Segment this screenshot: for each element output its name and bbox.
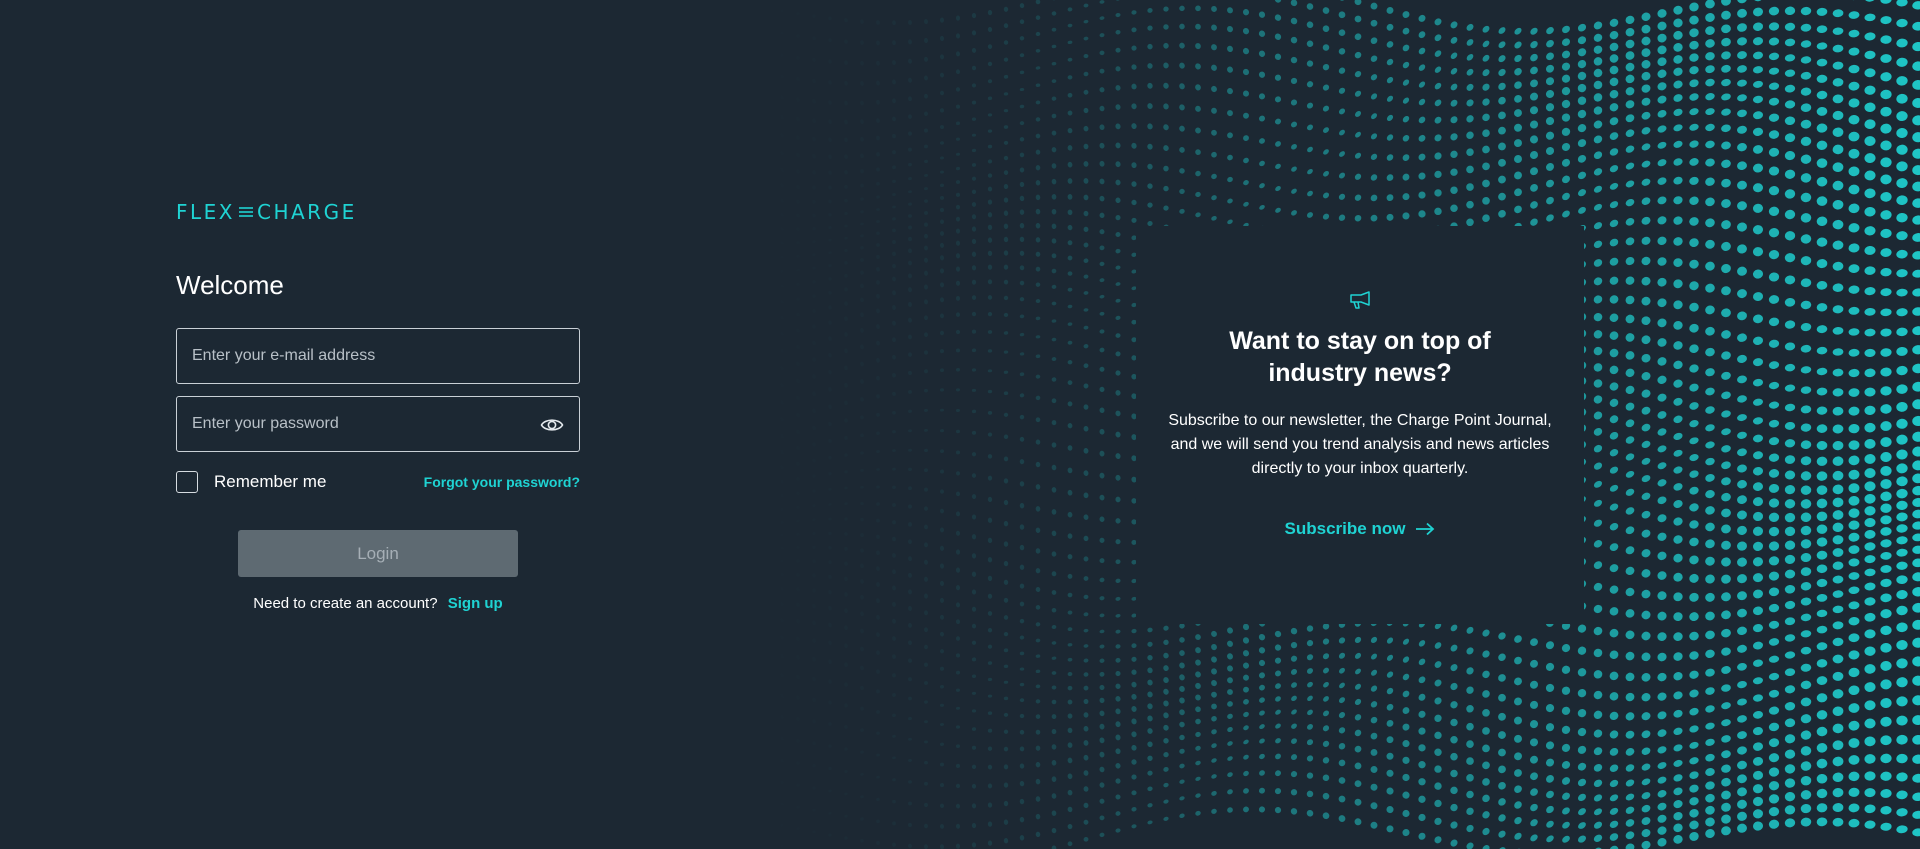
newsletter-title: Want to stay on top of industry news? bbox=[1229, 327, 1491, 387]
forgot-password-link[interactable]: Forgot your password? bbox=[424, 474, 580, 490]
remember-me[interactable]: Remember me bbox=[176, 471, 326, 493]
login-button[interactable]: Login bbox=[238, 530, 518, 577]
remember-me-checkbox[interactable] bbox=[176, 471, 198, 493]
remember-forgot-row: Remember me Forgot your password? bbox=[176, 469, 580, 495]
login-panel: FLEX CHARGE Welcome Remember me bbox=[176, 200, 580, 612]
megaphone-icon bbox=[1350, 291, 1370, 309]
page-title: Welcome bbox=[176, 270, 284, 300]
login-page: FLEX CHARGE Welcome Remember me bbox=[0, 0, 1920, 849]
flexcharge-logo: FLEX CHARGE bbox=[176, 200, 580, 224]
newsletter-body: Subscribe to our newsletter, the Charge … bbox=[1168, 412, 1552, 477]
remember-me-label: Remember me bbox=[214, 472, 327, 491]
email-field-wrapper bbox=[176, 328, 580, 384]
password-field-wrapper bbox=[176, 396, 580, 452]
signup-prompt: Need to create an account? bbox=[253, 595, 438, 612]
signup-link[interactable]: Sign up bbox=[448, 595, 503, 612]
signup-row: Need to create an account? Sign up bbox=[176, 595, 580, 612]
eye-icon[interactable] bbox=[540, 414, 564, 436]
newsletter-card: Want to stay on top of industry news? Su… bbox=[1136, 226, 1584, 624]
logo-text-left: FLEX bbox=[176, 200, 235, 224]
password-field[interactable] bbox=[177, 397, 579, 451]
logo-equals-mark bbox=[238, 207, 253, 217]
logo-text-right: CHARGE bbox=[256, 200, 357, 224]
subscribe-label: Subscribe now bbox=[1284, 519, 1406, 538]
subscribe-link[interactable]: Subscribe now bbox=[1285, 519, 1436, 539]
email-field[interactable] bbox=[177, 329, 579, 383]
arrow-right-icon bbox=[1416, 522, 1435, 536]
